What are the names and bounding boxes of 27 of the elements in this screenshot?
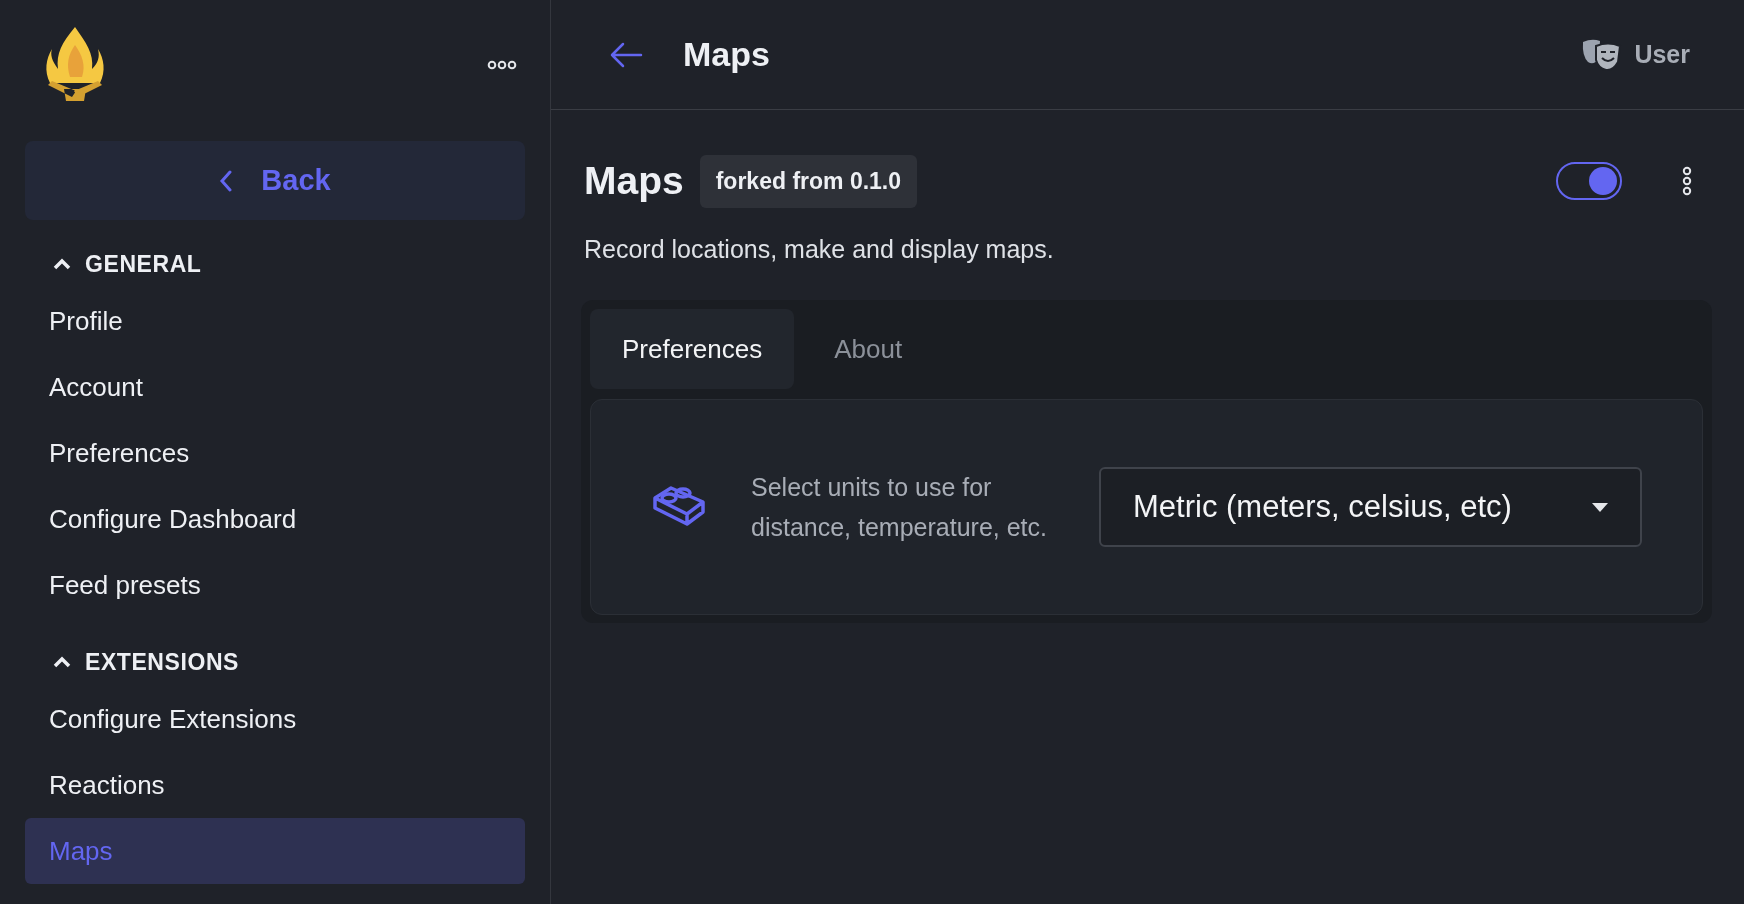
theater-masks-icon: [1580, 37, 1623, 72]
back-arrow-icon[interactable]: [609, 41, 643, 68]
more-icon[interactable]: [487, 59, 517, 70]
enable-toggle[interactable]: [1556, 162, 1622, 201]
sidebar-item[interactable]: Reactions: [25, 752, 525, 818]
sidebar-item[interactable]: Feed presets: [25, 552, 525, 618]
user-label[interactable]: User: [1634, 35, 1690, 74]
section-heading[interactable]: EXTENSIONS: [85, 644, 239, 680]
sidebar-item[interactable]: Configure Dashboard: [25, 486, 525, 552]
tab[interactable]: Preferences: [590, 309, 795, 389]
chevron-left-icon: [219, 169, 234, 192]
dropdown-caret-icon: [1592, 502, 1608, 512]
collapse-chevron-icon[interactable]: [53, 655, 71, 669]
setting-description: Select units to use for distance, temperature, etc.: [751, 472, 1048, 543]
collapse-chevron-icon[interactable]: [53, 257, 71, 271]
sidebar-item[interactable]: Configure Extensions: [25, 686, 525, 752]
kebab-menu-icon[interactable]: [1682, 166, 1692, 197]
sidebar-item[interactable]: Preferences: [25, 420, 525, 486]
extension-description: Record locations, make and display maps.: [584, 233, 1055, 265]
sidebar-item[interactable]: Account: [25, 354, 525, 420]
page-title: Maps: [683, 34, 770, 75]
sidebar-item[interactable]: Profile: [25, 288, 525, 354]
units-select[interactable]: Metric (meters, celsius, etc): [1099, 467, 1642, 547]
extension-title: Maps: [584, 158, 684, 204]
tab[interactable]: About: [802, 309, 935, 389]
section-heading[interactable]: GENERAL: [85, 246, 202, 282]
version-badge: forked from 0.1.0: [699, 155, 918, 208]
